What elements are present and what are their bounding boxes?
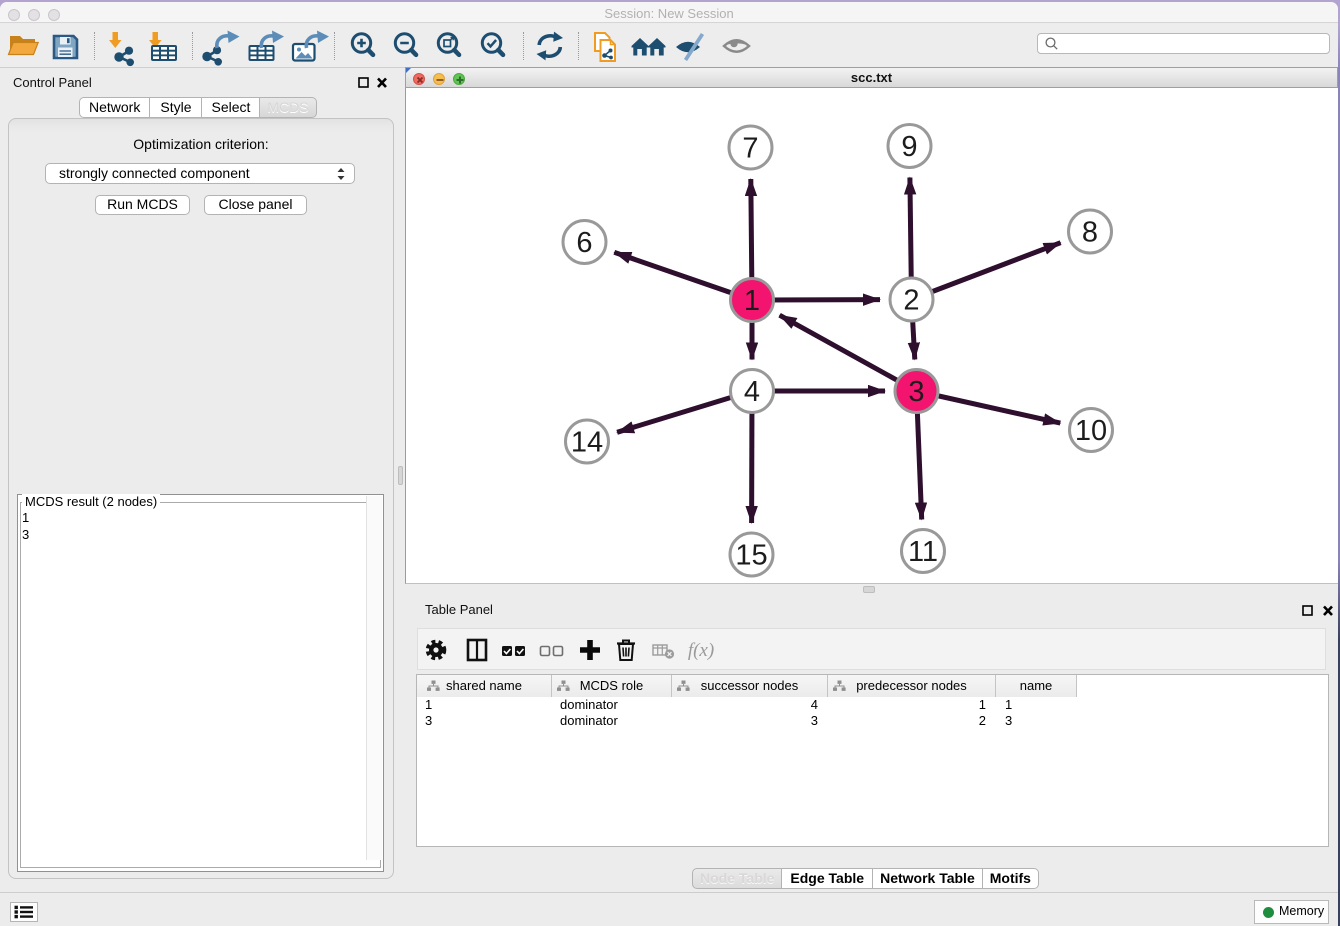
svg-text:f(x): f(x) <box>688 640 714 661</box>
svg-text:1: 1 <box>744 285 760 317</box>
svg-text:11: 11 <box>908 536 938 568</box>
svg-text:3: 3 <box>908 376 924 408</box>
svg-text:15: 15 <box>735 540 767 572</box>
svg-text:6: 6 <box>576 227 592 259</box>
svg-text:4: 4 <box>744 376 760 408</box>
svg-text:8: 8 <box>1082 217 1098 249</box>
svg-text:9: 9 <box>901 131 917 163</box>
svg-text:10: 10 <box>1075 415 1107 447</box>
svg-text:7: 7 <box>742 133 758 165</box>
svg-text:2: 2 <box>903 285 919 317</box>
svg-text:14: 14 <box>571 427 603 459</box>
